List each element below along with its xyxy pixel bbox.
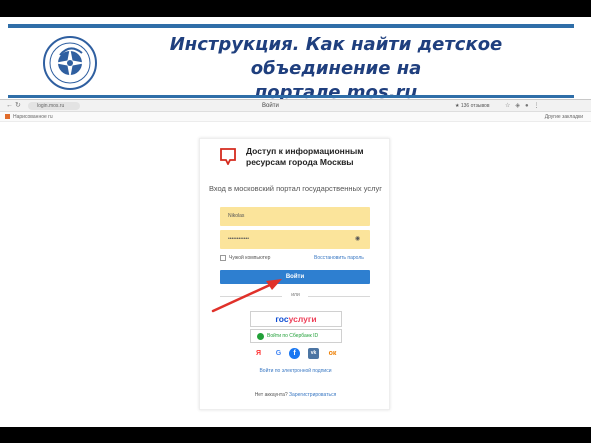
extension-icon[interactable]: ◈	[515, 103, 525, 109]
tab-title[interactable]: Войти	[262, 102, 279, 110]
star-icon[interactable]: ☆	[505, 103, 515, 109]
bookmark-item[interactable]: Нарисованное ru	[5, 113, 53, 121]
sber-icon	[257, 333, 264, 340]
login-field[interactable]: Nikolas	[220, 207, 370, 226]
esign-link[interactable]: Войти по электронной подписи	[200, 368, 391, 375]
toolbar-icons: ☆◈●⋮	[505, 102, 545, 110]
sber-label: Войти по Сбербанк ID	[267, 333, 319, 339]
register-link[interactable]: Зарегистрироваться	[289, 392, 336, 398]
reload-icon[interactable]: ↻	[15, 102, 21, 109]
login-value: Nikolas	[228, 213, 245, 219]
mos-logo-icon	[220, 148, 236, 165]
bookmarks-bar: Нарисованное ru Другие закладки	[0, 112, 591, 122]
remember-checkbox[interactable]	[220, 255, 226, 261]
show-password-icon[interactable]: ◉	[355, 236, 360, 243]
sber-id-button[interactable]: Войти по Сбербанк ID	[250, 329, 342, 343]
gosuslugi-button[interactable]: госуслуги	[250, 311, 342, 327]
slide-title-line1: Инструкция. Как найти детское объединени…	[169, 34, 503, 79]
bookmark-label: Нарисованное ru	[13, 114, 53, 120]
url-text: login.mos.ru	[37, 103, 65, 109]
card-heading: Доступ к информационным ресурсам города …	[246, 146, 364, 167]
reviews-badge[interactable]: ★ 136 отзывов	[455, 102, 490, 110]
slide: Инструкция. Как найти детское объединени…	[0, 17, 591, 427]
browser-window: ← ↻ login.mos.ru Войти ★ 136 отзывов ☆◈●…	[0, 99, 591, 427]
login-card: Доступ к информационным ресурсам города …	[199, 138, 390, 410]
browser-toolbar: ← ↻ login.mos.ru Войти ★ 136 отзывов ☆◈●…	[0, 100, 591, 112]
yandex-icon[interactable]: Я	[253, 348, 264, 359]
password-field[interactable]: ••••••••••••	[220, 230, 370, 249]
facebook-icon[interactable]: f	[289, 348, 300, 359]
other-bookmarks[interactable]: Другие закладки	[545, 113, 583, 121]
remember-label: Чужой компьютер	[229, 255, 271, 261]
divider-right	[308, 296, 370, 297]
card-subheading: Вход в московский портал государственных…	[208, 184, 383, 193]
google-icon[interactable]: G	[273, 348, 284, 359]
no-account-text: Нет аккаунта?	[254, 392, 288, 398]
profile-icon[interactable]: ●	[525, 103, 534, 109]
bookmark-icon	[5, 114, 10, 119]
password-value: ••••••••••••	[228, 236, 250, 242]
gosuslugi-label-part2: услуги	[288, 314, 317, 324]
forgot-password-link[interactable]: Восстановить пароль	[314, 254, 364, 262]
no-account-row: Нет аккаунта? Зарегистрироваться	[200, 392, 391, 399]
odnoklassniki-icon[interactable]: ок	[327, 348, 338, 359]
gosuslugi-label-part1: гос	[275, 314, 289, 324]
slide-bottom-rule	[8, 95, 574, 98]
login-button[interactable]: Войти	[220, 270, 370, 284]
menu-icon[interactable]: ⋮	[534, 103, 545, 109]
organization-logo	[43, 36, 97, 90]
slide-top-rule	[8, 24, 574, 28]
vk-icon[interactable]: vk	[308, 348, 319, 359]
address-bar[interactable]: login.mos.ru	[28, 102, 80, 110]
back-icon[interactable]: ←	[6, 102, 13, 109]
